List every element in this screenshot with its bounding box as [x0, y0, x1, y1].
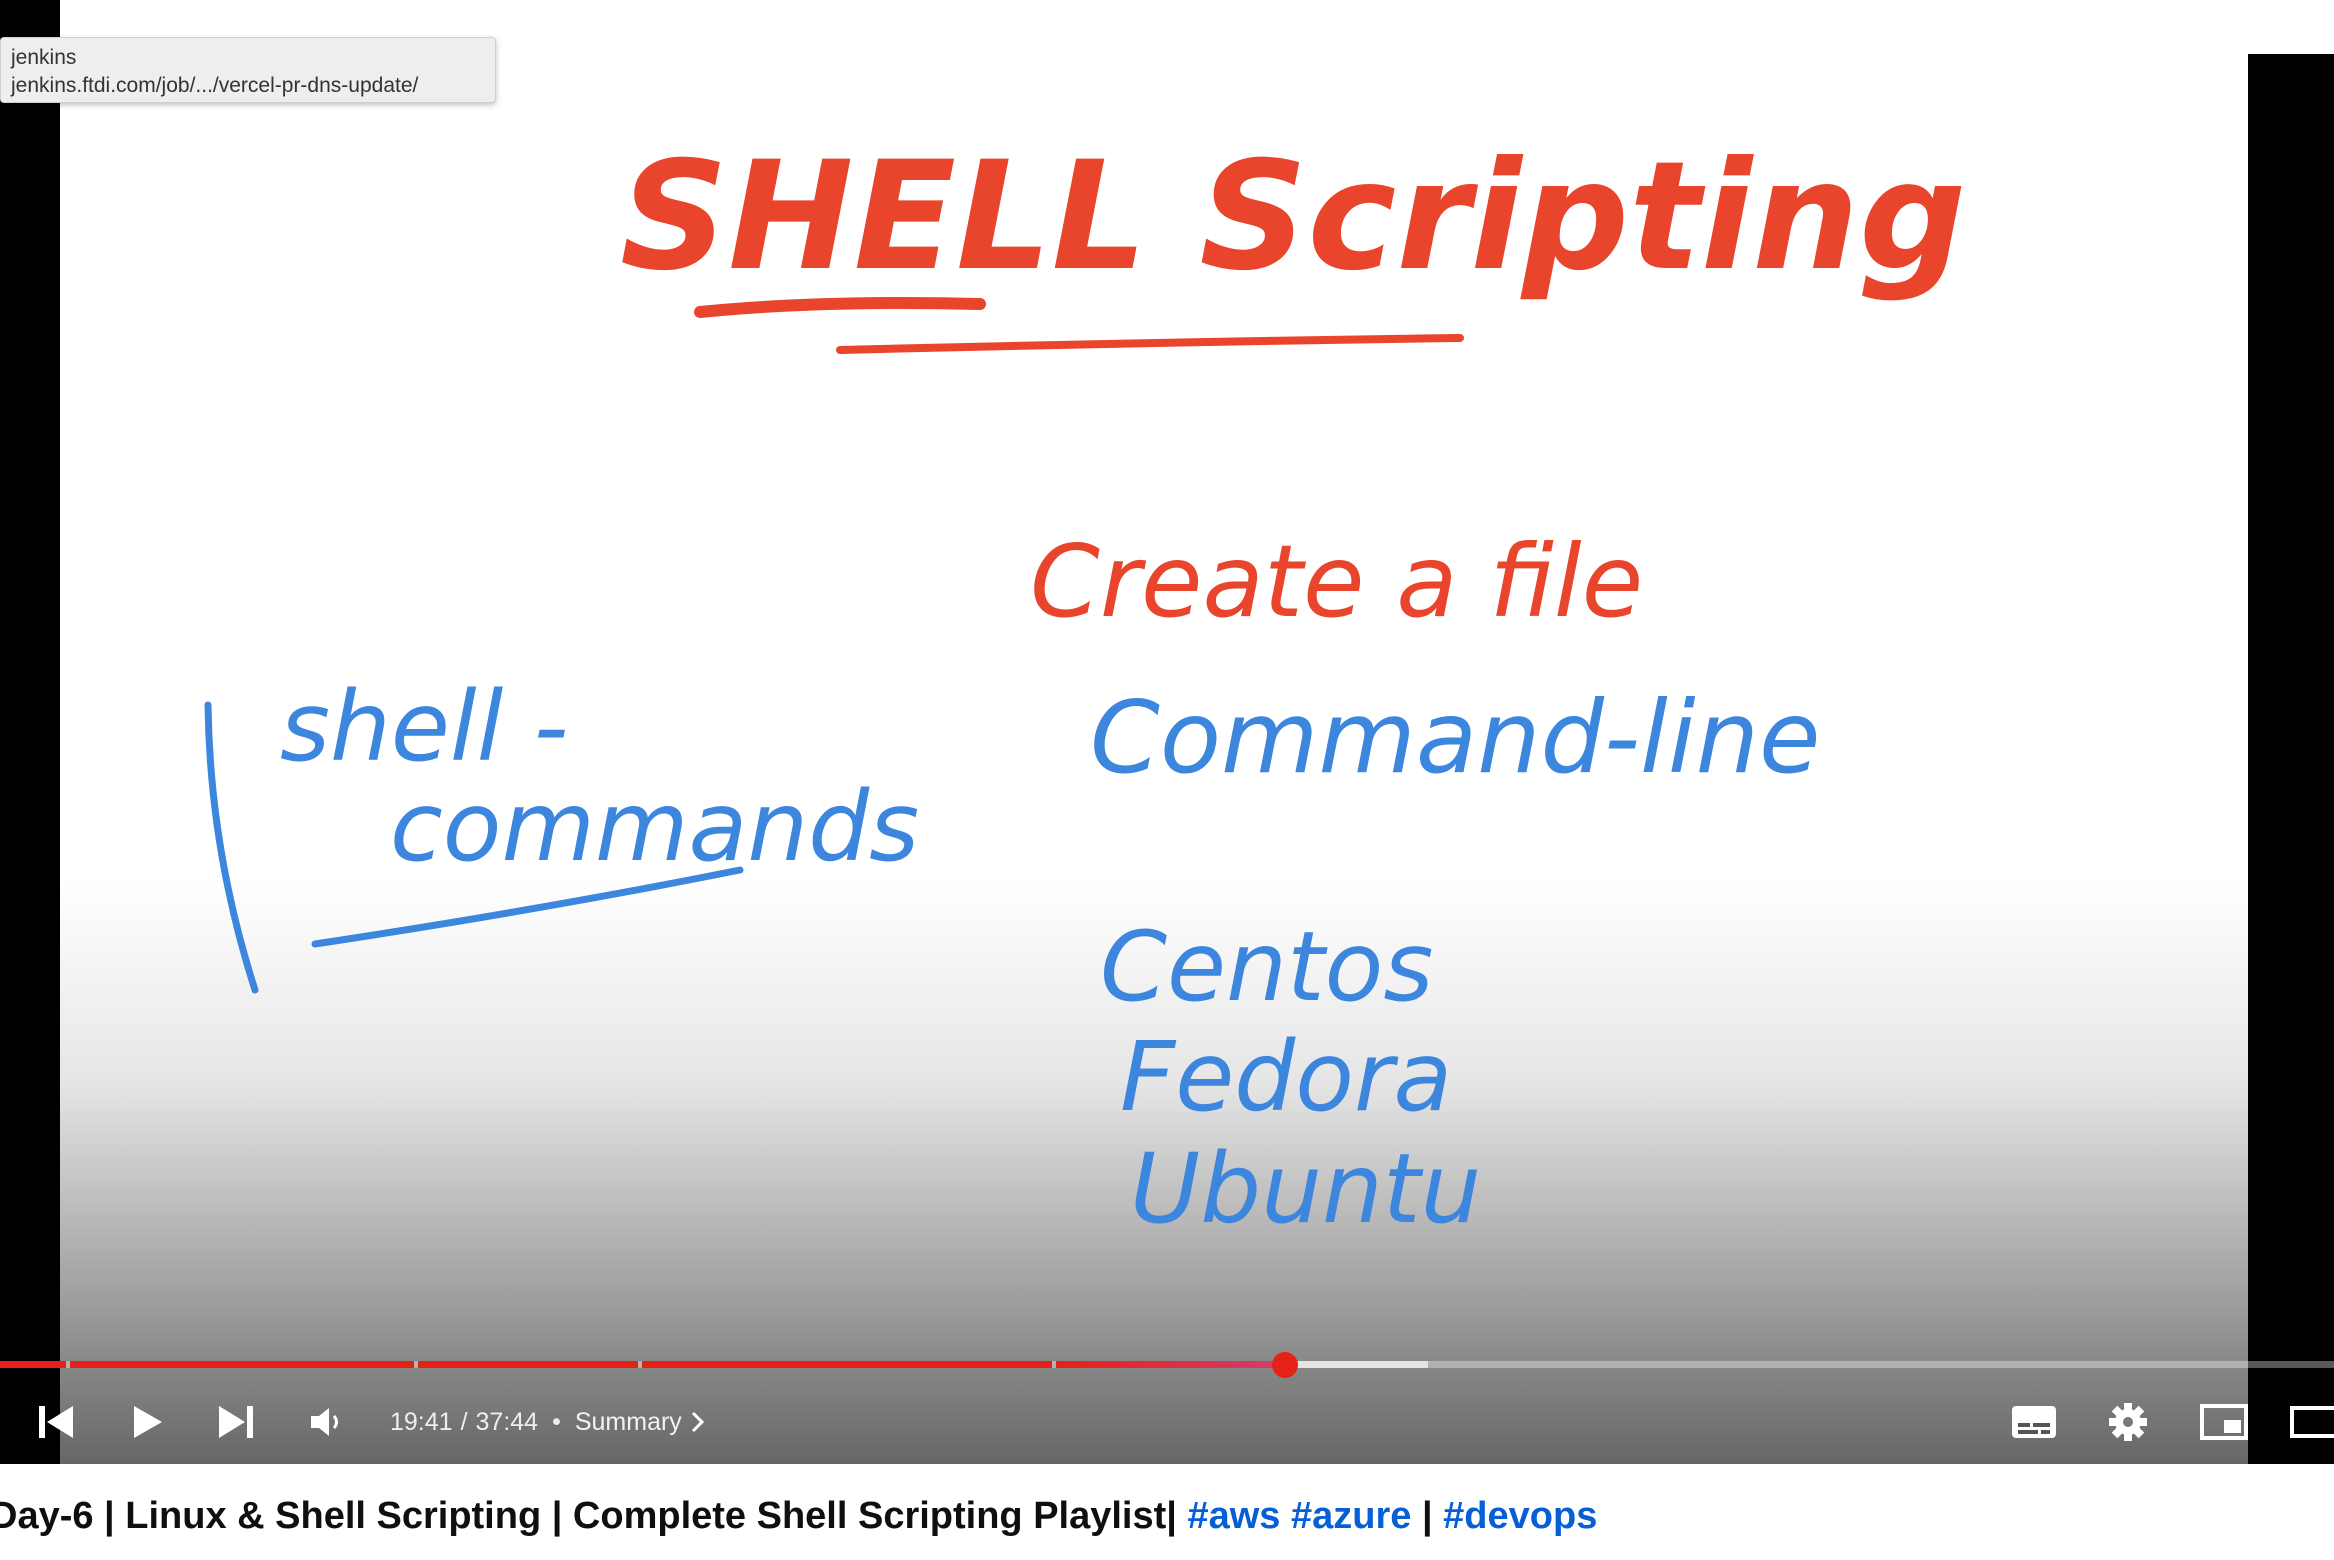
title-text: Day-6 | Linux & Shell Scripting | Comple…: [0, 1495, 1177, 1537]
dot-separator: •: [552, 1407, 561, 1436]
shell-text: shell -: [280, 671, 568, 783]
subtitles-icon[interactable]: [2004, 1380, 2064, 1464]
chapter-segment: [642, 1361, 1052, 1368]
miniplayer-icon[interactable]: [2194, 1380, 2254, 1464]
bracket-line: [204, 701, 259, 994]
tooltip-url: jenkins.ftdi.com/job/.../vercel-pr-dns-u…: [11, 74, 419, 97]
chapter-segment: [418, 1361, 638, 1368]
time-separator: /: [460, 1407, 468, 1436]
player-edge: [2248, 0, 2334, 54]
distro-ubuntu: Ubuntu: [1130, 1133, 1481, 1245]
skip-next-icon[interactable]: [206, 1380, 266, 1464]
hashtag-devops[interactable]: #devops: [1443, 1495, 1597, 1537]
distro-centos: Centos: [1100, 911, 1433, 1023]
progress-bar[interactable]: [0, 1361, 2334, 1368]
tooltip-title: jenkins: [11, 46, 77, 69]
commands-text: commands: [390, 771, 919, 883]
video-player[interactable]: SHELL Scripting Create a file shell - co…: [0, 0, 2334, 1464]
chapter-segment: [0, 1361, 66, 1368]
heading-underline-long: [836, 334, 1464, 354]
scrubber-handle[interactable]: [1272, 1352, 1298, 1378]
play-icon[interactable]: [118, 1380, 178, 1464]
volume-icon[interactable]: [296, 1380, 356, 1464]
current-time: 19:41: [390, 1407, 453, 1436]
gear-icon[interactable]: [2098, 1380, 2158, 1464]
command-line-text: Command-line: [1090, 679, 1821, 796]
hashtag-azure[interactable]: #azure: [1291, 1495, 1411, 1537]
distro-fedora: Fedora: [1120, 1021, 1452, 1133]
chapter-segment: [70, 1361, 414, 1368]
player-controls: 19:41 / 37:44 • Summary: [0, 1380, 2334, 1464]
time-display: 19:41 / 37:44 • Summary: [390, 1380, 706, 1464]
chapter-button[interactable]: Summary: [575, 1408, 706, 1437]
link-hover-tooltip: jenkins jenkins.ftdi.com/job/.../vercel-…: [0, 37, 496, 103]
skip-previous-icon[interactable]: [26, 1380, 86, 1464]
heading-underline-short: [694, 297, 986, 318]
video-title: Day-6 | Linux & Shell Scripting | Comple…: [0, 1486, 1597, 1546]
theater-mode-icon[interactable]: [2290, 1380, 2334, 1464]
chapter-segment: [1056, 1361, 1276, 1368]
chevron-right-icon: [691, 1411, 704, 1433]
whiteboard-content: SHELL Scripting Create a file shell - co…: [60, 0, 2248, 1360]
duration: 37:44: [475, 1407, 539, 1436]
heading-text: SHELL Scripting: [620, 130, 1966, 304]
title-pipe: |: [1421, 1495, 1433, 1537]
create-file-text: Create a file: [1030, 523, 1643, 640]
hashtag-aws[interactable]: #aws: [1187, 1495, 1280, 1537]
chapter-label: Summary: [574, 1407, 682, 1436]
